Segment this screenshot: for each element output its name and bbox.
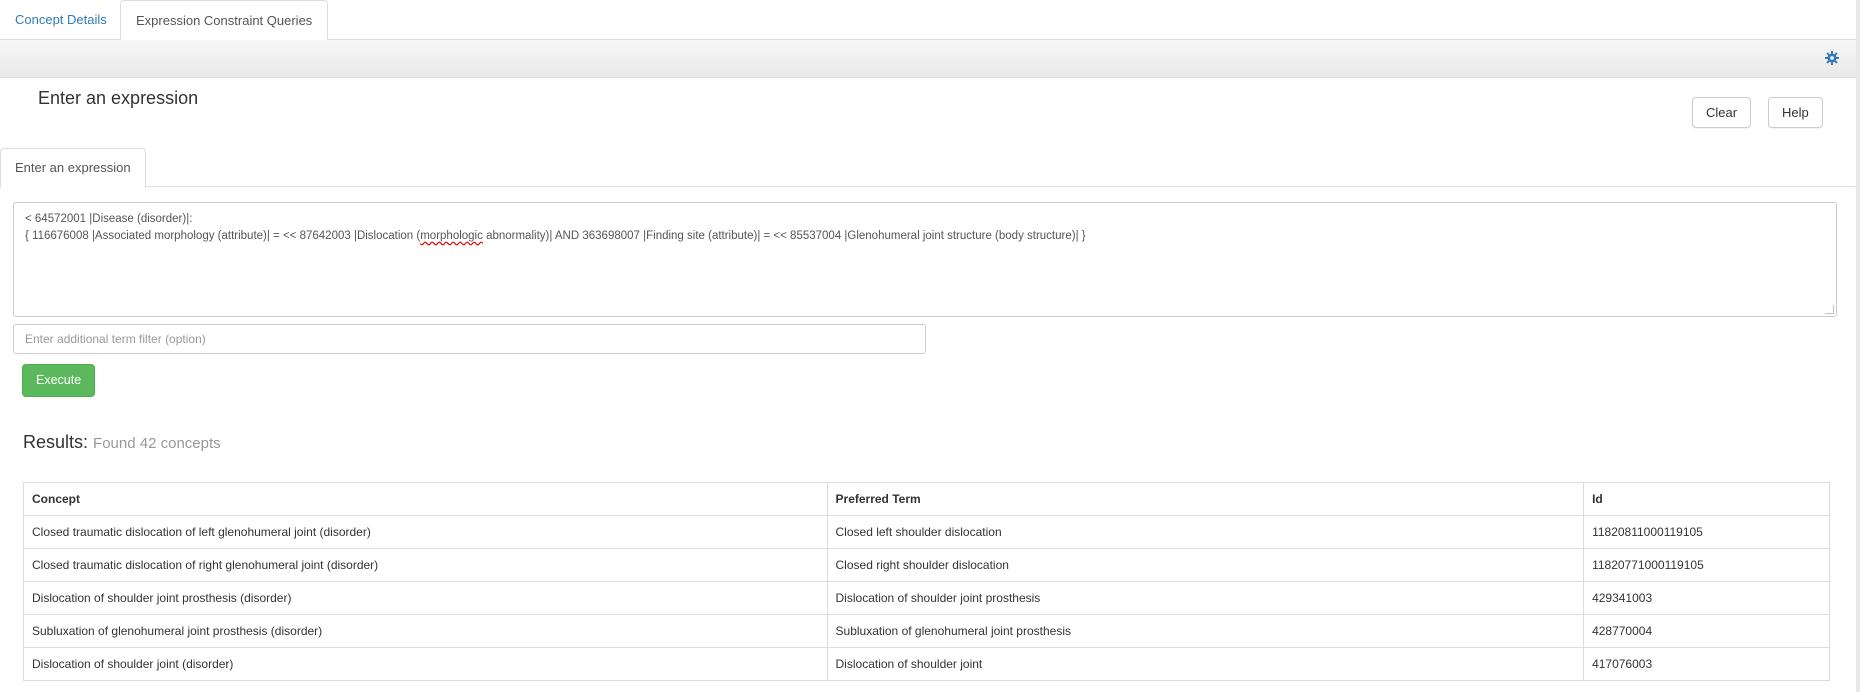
expression-textarea[interactable]: < 64572001 |Disease (disorder)|: { 11667… (13, 202, 1837, 317)
vertical-scrollbar[interactable] (1856, 0, 1860, 692)
id-cell: 11820811000119105 (1583, 515, 1830, 549)
preferred-term-cell: Dislocation of shoulder joint prosthesis (826, 581, 1585, 615)
top-tab-bar: Concept Details Expression Constraint Qu… (0, 0, 1860, 40)
concept-cell: Subluxation of glenohumeral joint prosth… (23, 614, 828, 648)
execute-button[interactable]: Execute (22, 364, 96, 397)
column-header-preferred-term[interactable]: Preferred Term (826, 482, 1585, 516)
id-cell: 429341003 (1583, 581, 1830, 615)
toolbar (0, 40, 1860, 78)
preferred-term-cell: Closed left shoulder dislocation (826, 515, 1585, 549)
expression-line-2-start: { 116676008 |Associated morphology (attr… (25, 230, 421, 242)
id-cell: 417076003 (1583, 647, 1830, 681)
preferred-term-cell: Dislocation of shoulder joint (826, 647, 1585, 681)
expression-line-2: { 116676008 |Associated morphology (attr… (25, 228, 1825, 245)
tab-expression-constraint-queries[interactable]: Expression Constraint Queries (120, 0, 329, 40)
results-heading: Results: Found 42 concepts (23, 432, 221, 453)
expression-line-1: < 64572001 |Disease (disorder)|: (25, 213, 193, 225)
table-row[interactable]: Dislocation of shoulder joint (disorder)… (23, 647, 1830, 681)
concept-cell: Closed traumatic dislocation of left gle… (23, 515, 828, 549)
table-row[interactable]: Closed traumatic dislocation of left gle… (23, 515, 1830, 549)
preferred-term-cell: Closed right shoulder dislocation (826, 548, 1585, 582)
expression-tab-bar: Enter an expression (0, 148, 1855, 188)
column-header-id[interactable]: Id (1583, 482, 1830, 516)
spellcheck-flagged-word: morphologic (420, 230, 483, 242)
help-button[interactable]: Help (1768, 97, 1823, 128)
results-table: Concept Preferred Term Id Closed traumat… (23, 482, 1830, 681)
term-filter-input[interactable] (13, 324, 926, 354)
resize-handle[interactable] (1825, 305, 1834, 314)
preferred-term-cell: Subluxation of glenohumeral joint prosth… (826, 614, 1585, 648)
clear-button[interactable]: Clear (1692, 97, 1752, 128)
page-title: Enter an expression (38, 88, 199, 108)
tab-enter-expression[interactable]: Enter an expression (0, 148, 146, 188)
table-row[interactable]: Closed traumatic dislocation of right gl… (23, 548, 1830, 582)
gear-icon[interactable] (1824, 50, 1840, 66)
results-label: Results: (23, 432, 89, 452)
id-cell: 428770004 (1583, 614, 1830, 648)
concept-cell: Dislocation of shoulder joint prosthesis… (23, 581, 828, 615)
tab-concept-details[interactable]: Concept Details (0, 0, 122, 38)
concept-cell: Closed traumatic dislocation of right gl… (23, 548, 828, 582)
table-row[interactable]: Subluxation of glenohumeral joint prosth… (23, 614, 1830, 648)
results-count: Found 42 concepts (93, 435, 221, 452)
id-cell: 11820771000119105 (1583, 548, 1830, 582)
concept-cell: Dislocation of shoulder joint (disorder) (23, 647, 828, 681)
column-header-concept[interactable]: Concept (23, 482, 828, 516)
table-row[interactable]: Dislocation of shoulder joint prosthesis… (23, 581, 1830, 615)
expression-line-2-end: abnormality)| AND 363698007 |Finding sit… (482, 230, 1086, 242)
table-header-row: Concept Preferred Term Id (23, 482, 1830, 516)
